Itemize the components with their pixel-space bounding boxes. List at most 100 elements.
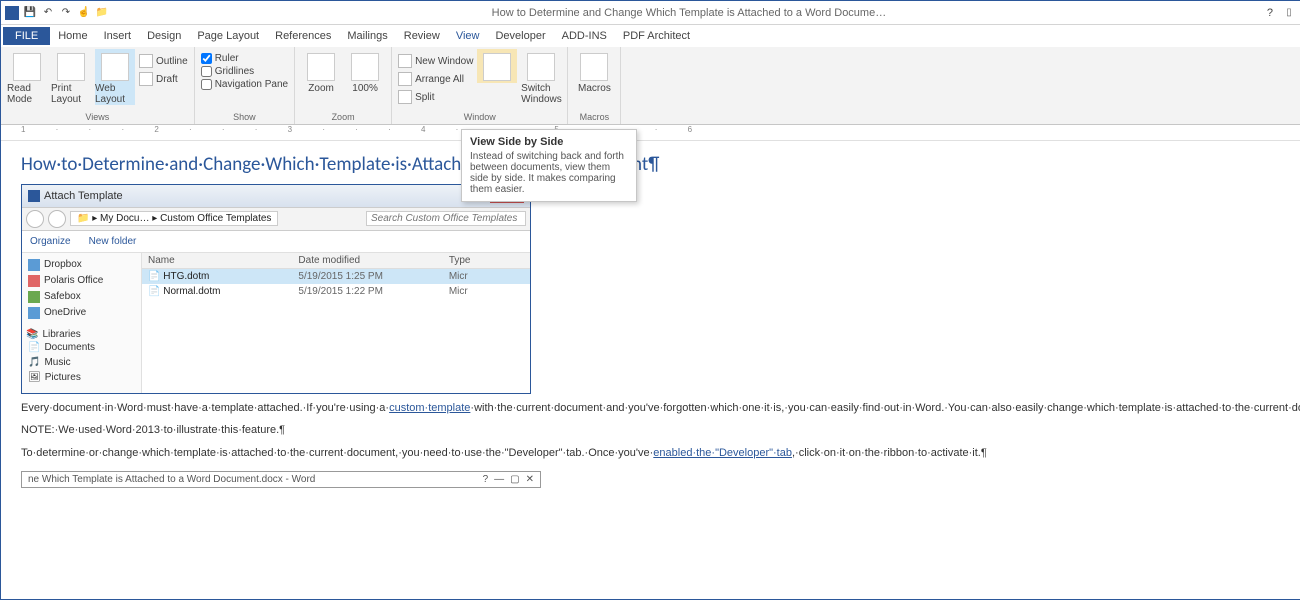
ribbon-opts-icon[interactable]: ▯ — [1279, 5, 1299, 21]
pictures-icon: 🖼 — [28, 372, 41, 383]
print-layout-button[interactable]: Print Layout — [51, 49, 91, 105]
embedded-window-bar: ne Which Template is Attached to a Word … — [21, 471, 541, 488]
draft-button[interactable]: Draft — [139, 71, 188, 87]
help-icon[interactable]: ? — [483, 474, 489, 485]
dialog-search-input[interactable] — [366, 211, 526, 226]
list-header[interactable]: NameDate modifiedType — [142, 253, 530, 269]
body-paragraph: Every·document·in·Word·must·have·a·templ… — [21, 400, 1300, 417]
sidebar-item-documents[interactable]: 📄Documents — [26, 340, 137, 355]
onedrive-icon — [28, 307, 40, 319]
tab-review[interactable]: Review — [396, 27, 448, 45]
zoom-button[interactable]: Zoom — [301, 49, 341, 94]
undo-icon[interactable]: ↶ — [41, 6, 55, 20]
arrange-all-button[interactable]: Arrange All — [398, 71, 473, 87]
developer-tab-link[interactable]: enabled·the·"Developer"·tab — [653, 447, 792, 459]
redo-icon[interactable]: ↷ — [59, 6, 73, 20]
doc-heading: How·to·Determine·and·Change·Which·Templa… — [21, 153, 1300, 178]
minimize-icon[interactable]: — — [494, 474, 504, 485]
group-views: Read Mode Print Layout Web Layout Outlin… — [1, 47, 195, 124]
window-controls: ▯ — ▢ ✕ — [1279, 5, 1300, 21]
draft-icon — [139, 72, 153, 86]
view-side-by-side-button[interactable] — [477, 49, 517, 83]
ruler[interactable]: 1 · · · 2 · · · 3 · · · 4 · · · 5 · · · … — [1, 125, 1300, 141]
ruler-checkbox[interactable]: Ruler — [201, 53, 288, 64]
sidebar-item-safebox[interactable]: Safebox — [26, 289, 137, 305]
close-icon[interactable]: ✕ — [526, 474, 534, 485]
save-icon[interactable]: 💾 — [23, 6, 37, 20]
web-layout-icon — [101, 53, 129, 81]
documents-icon: 📄 — [28, 342, 40, 353]
file-tab[interactable]: FILE — [3, 27, 50, 45]
tab-addins[interactable]: ADD-INS — [554, 27, 615, 45]
sidebar-item-polaris[interactable]: Polaris Office — [26, 273, 137, 289]
custom-template-link[interactable]: custom·template — [389, 402, 470, 414]
word-icon — [5, 6, 19, 20]
sidebar-item-pictures[interactable]: 🖼Pictures — [26, 370, 137, 385]
file-row[interactable]: 📄 Normal.dotm5/19/2015 1:22 PMMicr — [142, 284, 530, 299]
tab-pdf-architect[interactable]: PDF Architect — [615, 27, 698, 45]
gridlines-checkbox[interactable]: Gridlines — [201, 66, 288, 77]
sidebar-item-onedrive[interactable]: OneDrive — [26, 305, 137, 321]
sidebar-item-music[interactable]: 🎵Music — [26, 355, 137, 370]
dialog-title: Attach Template — [44, 190, 123, 202]
quick-access-toolbar: 💾 ↶ ↷ ☝ 📁 — [5, 6, 109, 20]
group-window: New Window Arrange All Split Switch Wind… — [392, 47, 568, 124]
macros-icon — [580, 53, 608, 81]
titlebar: 💾 ↶ ↷ ☝ 📁 How to Determine and Change Wh… — [1, 1, 1300, 25]
libraries-icon: 📚 — [26, 329, 38, 340]
zoom-100-button[interactable]: 100% — [345, 49, 385, 94]
sidebar-libraries[interactable]: 📚Libraries — [26, 329, 137, 340]
outline-button[interactable]: Outline — [139, 53, 188, 69]
tab-view[interactable]: View — [448, 27, 488, 45]
body-paragraph: NOTE:·We·used·Word·2013·to·illustrate·th… — [21, 422, 1300, 439]
tooltip-side-by-side: View Side by Side Instead of switching b… — [461, 129, 637, 202]
maximize-icon[interactable]: ▢ — [510, 474, 519, 485]
sidebar-item-dropbox[interactable]: Dropbox — [26, 257, 137, 273]
group-zoom: Zoom 100% Zoom — [295, 47, 392, 124]
new-folder-button[interactable]: New folder — [89, 236, 137, 247]
embedded-title: ne Which Template is Attached to a Word … — [28, 474, 315, 485]
ribbon-tabs: FILE Home Insert Design Page Layout Refe… — [1, 25, 1300, 47]
tab-developer[interactable]: Developer — [487, 27, 553, 45]
navpane-checkbox[interactable]: Navigation Pane — [201, 79, 288, 90]
tooltip-title: View Side by Side — [470, 136, 628, 148]
zoom-icon — [307, 53, 335, 81]
tab-design[interactable]: Design — [139, 27, 189, 45]
touch-icon[interactable]: ☝ — [77, 6, 91, 20]
group-show: Ruler Gridlines Navigation Pane Show — [195, 47, 295, 124]
document-area[interactable]: How·to·Determine·and·Change·Which·Templa… — [1, 141, 1300, 599]
switch-windows-button[interactable]: Switch Windows — [521, 49, 561, 105]
music-icon: 🎵 — [28, 357, 40, 368]
dialog-toolbar: Organize New folder — [22, 231, 530, 253]
back-icon[interactable] — [26, 210, 44, 228]
tab-references[interactable]: References — [267, 27, 339, 45]
read-mode-button[interactable]: Read Mode — [7, 49, 47, 105]
read-mode-icon — [13, 53, 41, 81]
hundred-icon — [351, 53, 379, 81]
dialog-titlebar[interactable]: Attach Template — [22, 185, 530, 207]
organize-button[interactable]: Organize — [30, 236, 71, 247]
word-icon — [28, 190, 40, 202]
new-window-icon — [398, 54, 412, 68]
dropbox-icon — [28, 259, 40, 271]
split-button[interactable]: Split — [398, 89, 473, 105]
group-macros: Macros Macros — [568, 47, 621, 124]
breadcrumb[interactable]: 📁 ▸ My Docu… ▸ Custom Office Templates — [70, 211, 278, 226]
macros-button[interactable]: Macros — [574, 49, 614, 94]
file-list: NameDate modifiedType 📄 HTG.dotm5/19/201… — [142, 253, 530, 393]
tab-page-layout[interactable]: Page Layout — [189, 27, 267, 45]
arrange-icon — [398, 72, 412, 86]
tab-mailings[interactable]: Mailings — [339, 27, 395, 45]
split-icon — [398, 90, 412, 104]
forward-icon[interactable] — [48, 210, 66, 228]
side-by-side-icon — [483, 53, 511, 81]
tab-insert[interactable]: Insert — [96, 27, 140, 45]
web-layout-button[interactable]: Web Layout — [95, 49, 135, 105]
window-title: How to Determine and Change Which Templa… — [117, 7, 1261, 19]
new-window-button[interactable]: New Window — [398, 53, 473, 69]
help-icon[interactable]: ? — [1261, 7, 1279, 19]
tab-home[interactable]: Home — [50, 27, 95, 45]
outline-icon — [139, 54, 153, 68]
file-row[interactable]: 📄 HTG.dotm5/19/2015 1:25 PMMicr — [142, 269, 530, 284]
folder-icon[interactable]: 📁 — [95, 6, 109, 20]
